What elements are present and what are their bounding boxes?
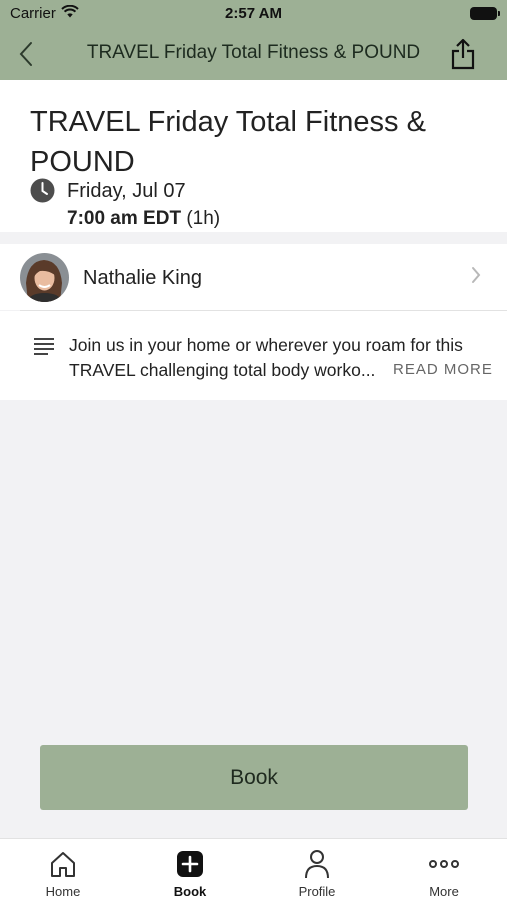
tab-profile[interactable]: Profile [254, 839, 380, 900]
plus-square-icon [177, 851, 203, 877]
event-title: TRAVEL Friday Total Fitness & POUND [30, 106, 426, 178]
tab-book-label: Book [173, 884, 207, 899]
event-time: 7:00 am EDT (1h) [67, 208, 220, 230]
share-button[interactable] [445, 34, 481, 74]
event-start-time: 7:00 am EDT [67, 208, 182, 229]
tab-more-label: More [429, 884, 459, 899]
nav-bar: TRAVEL Friday Total Fitness & POUND [0, 30, 507, 78]
chevron-left-icon [19, 42, 32, 66]
book-button[interactable]: Book [40, 745, 468, 810]
tab-book[interactable]: Book [127, 839, 253, 900]
chevron-right-icon [472, 267, 481, 283]
instructor-avatar [20, 253, 69, 302]
text-lines-icon [34, 338, 54, 355]
battery-icon [470, 7, 500, 20]
tab-profile-label: Profile [298, 884, 336, 899]
status-bar: Carrier 2:57 AM [0, 0, 507, 28]
instructor-row[interactable]: Nathalie King [0, 244, 507, 310]
share-icon [451, 38, 475, 70]
nav-title: TRAVEL Friday Total Fitness & POUND [86, 42, 421, 63]
instructor-name: Nathalie King [83, 267, 202, 289]
clock-icon [30, 178, 55, 203]
tab-more[interactable]: More [381, 839, 507, 900]
tab-home-label: Home [45, 884, 81, 899]
tab-home[interactable]: Home [0, 839, 126, 900]
more-dots-icon [429, 860, 459, 868]
description-section[interactable]: Join us in your home or wherever you roa… [0, 311, 507, 400]
clock-time: 2:57 AM [225, 5, 282, 22]
tab-bar: Home Book Profile More [0, 838, 507, 900]
person-icon [305, 850, 329, 879]
event-date: Friday, Jul 07 [67, 180, 186, 202]
home-icon [51, 852, 75, 877]
read-more-link[interactable]: READ MORE [393, 361, 493, 378]
event-duration: (1h) [186, 208, 221, 229]
app-header: Carrier 2:57 AM TRAVEL Friday Total Fitn… [0, 0, 507, 80]
back-button[interactable] [8, 36, 44, 72]
